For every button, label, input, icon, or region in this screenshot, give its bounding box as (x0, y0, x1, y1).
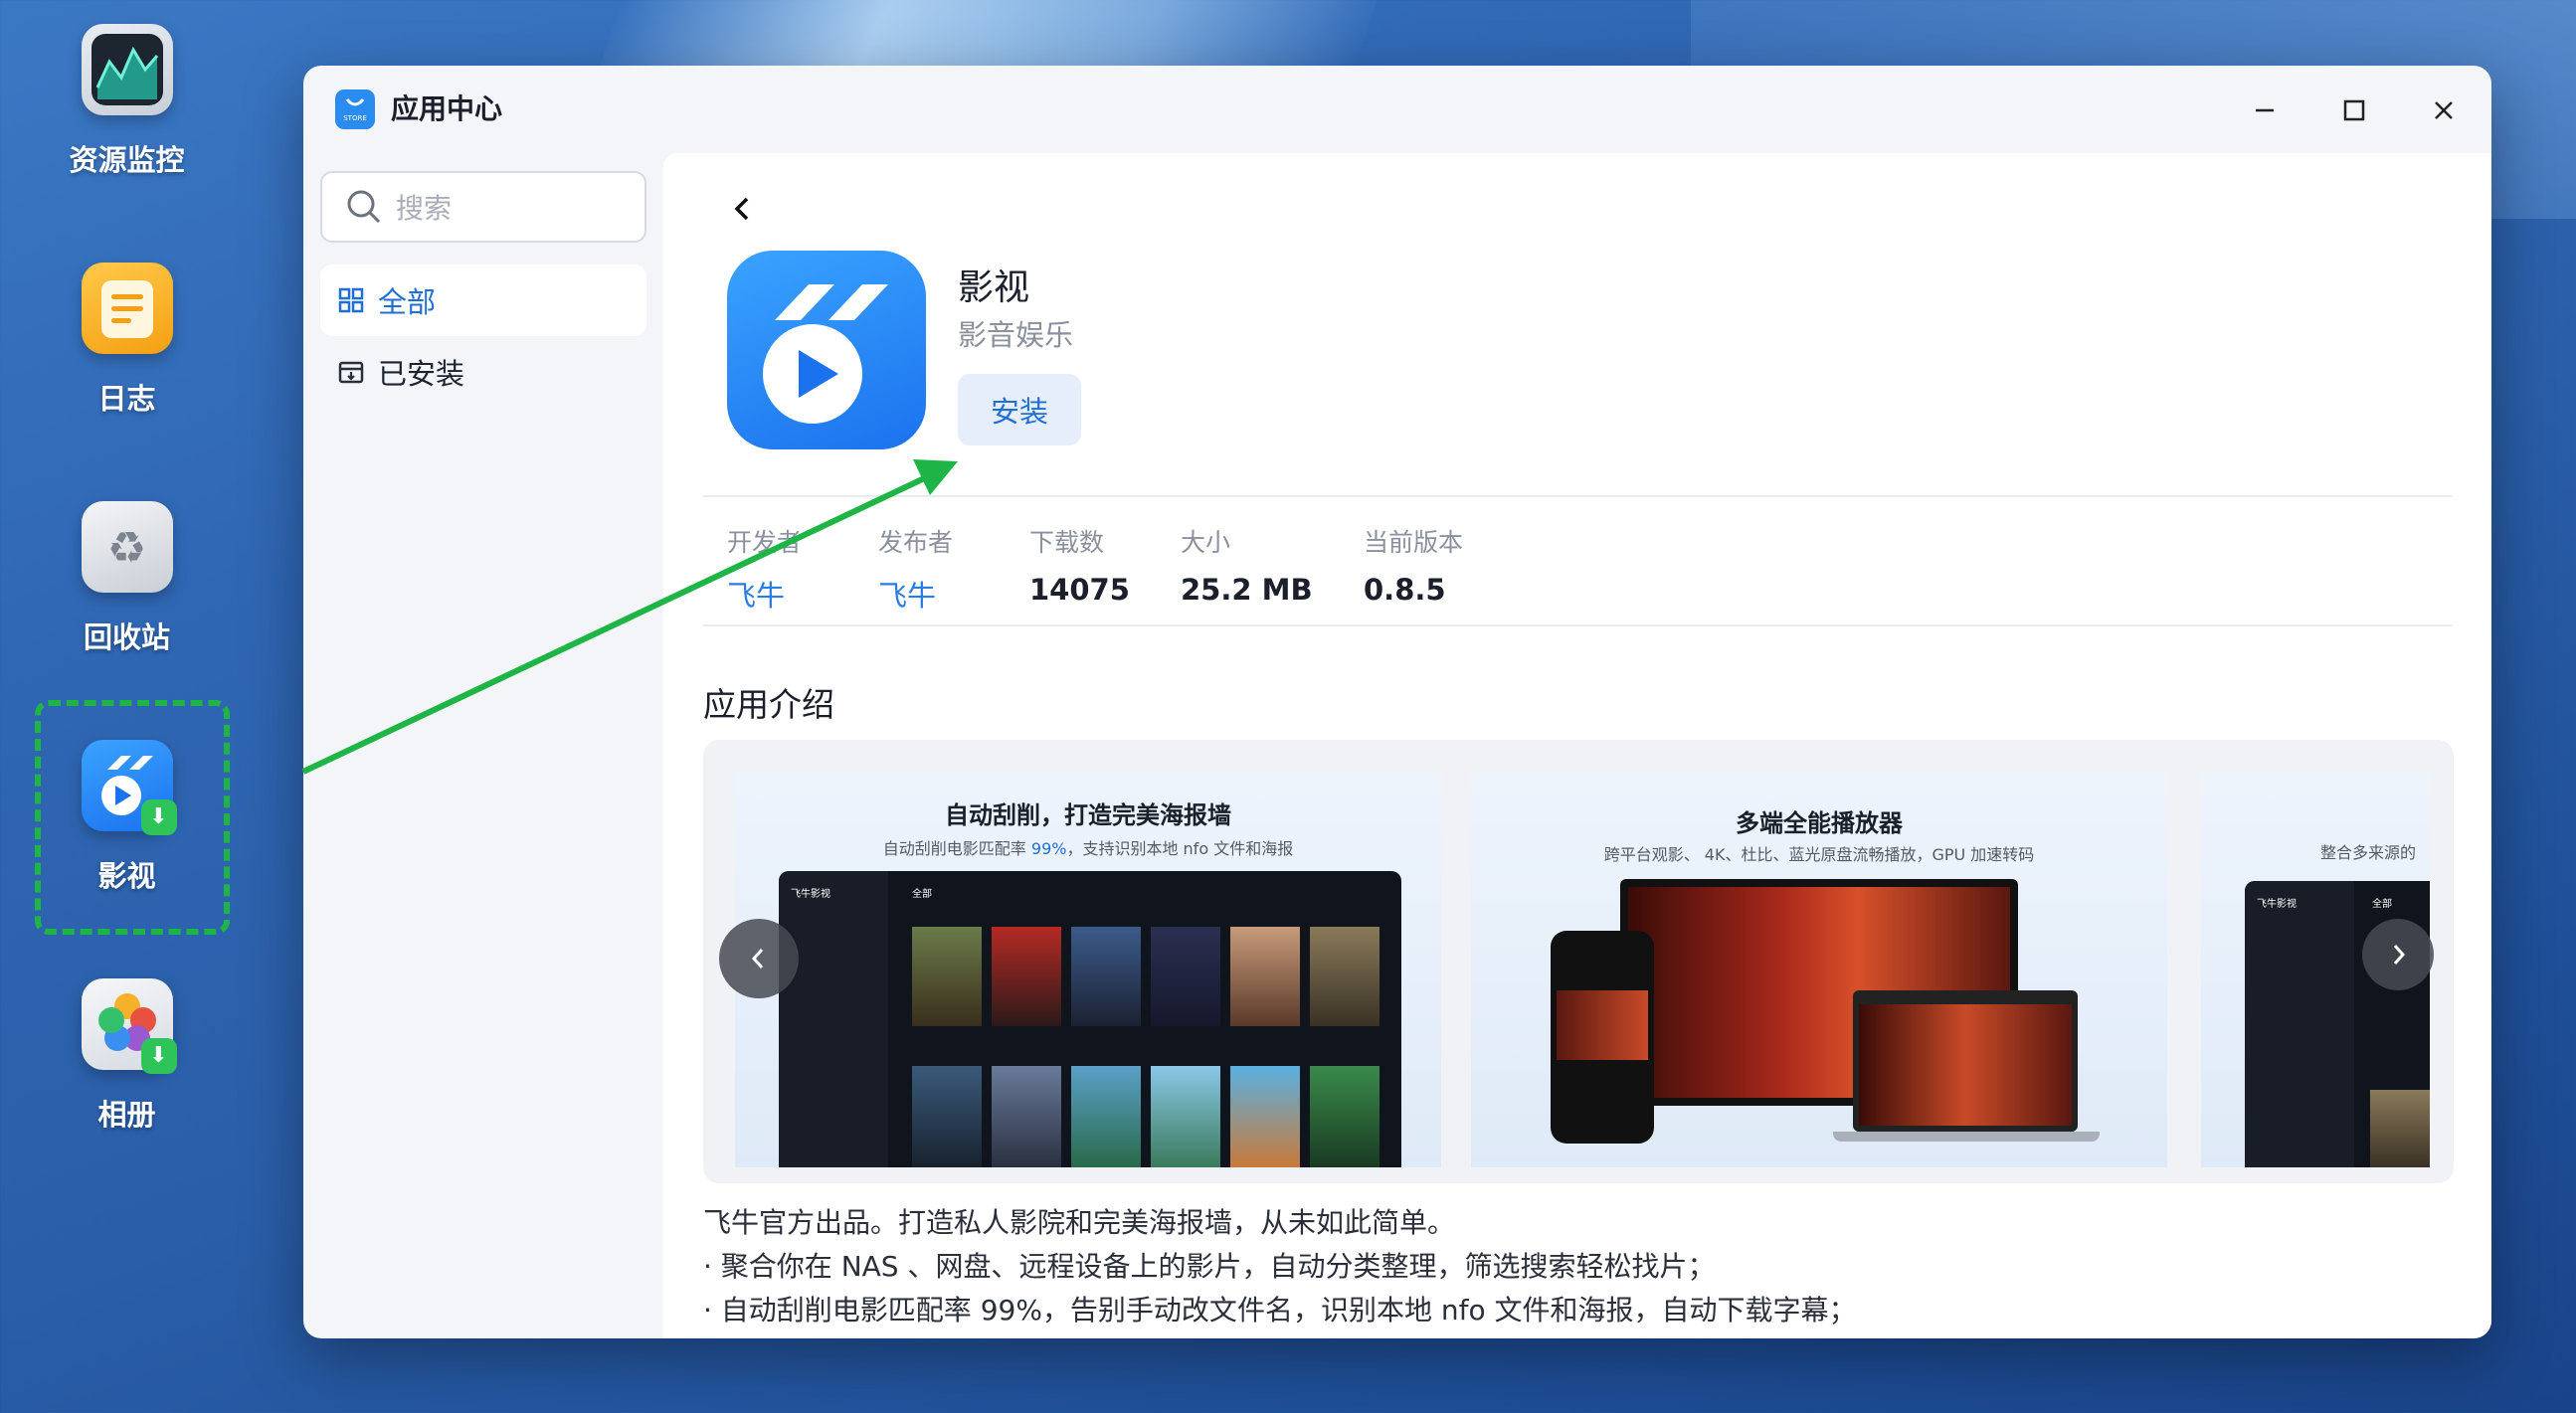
annotation-arrow (301, 459, 958, 775)
